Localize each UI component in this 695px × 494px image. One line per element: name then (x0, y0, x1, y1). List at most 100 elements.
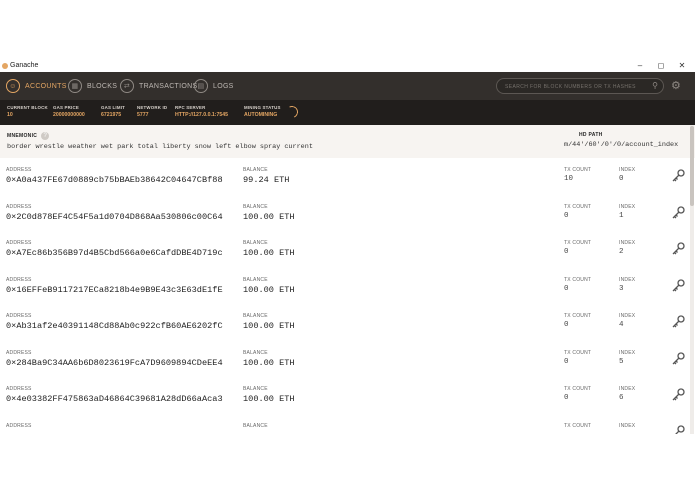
balance-header: BALANCE (243, 240, 268, 246)
minimize-button[interactable]: – (633, 60, 647, 72)
transactions-icon: ⇄ (120, 79, 134, 93)
search-input[interactable] (503, 81, 647, 93)
tab-logs[interactable]: ▤ LOGS (194, 72, 234, 100)
account-balance: 100.00 ETH (243, 284, 295, 295)
mnemonic-panel: MNEMONIC ? border wrestle weather wet pa… (0, 125, 695, 159)
gas-price-stat: GAS PRICE 20000000000 (53, 105, 85, 119)
tab-logs-label: LOGS (213, 82, 234, 90)
account-balance: 100.00 ETH (243, 321, 295, 331)
index-header: INDEX (619, 386, 636, 392)
index-header: INDEX (619, 240, 636, 246)
account-row[interactable]: ADDRESS BALANCE TX COUNT INDEX (0, 413, 695, 435)
key-icon[interactable] (670, 351, 686, 367)
tx-count-header: TX COUNT (564, 313, 592, 319)
mnemonic-label: MNEMONIC (7, 133, 38, 139)
maximize-button[interactable]: ◻ (654, 60, 668, 72)
tab-blocks-label: BLOCKS (87, 82, 118, 90)
title-bar: Ganache – ◻ ✕ (0, 60, 695, 72)
account-index: 5 (619, 357, 624, 366)
scrollbar-thumb[interactable] (690, 126, 694, 206)
address-header: ADDRESS (6, 240, 32, 246)
address-header: ADDRESS (6, 203, 32, 210)
account-row[interactable]: ADDRESS 0×A7Ec86b356B97d4B5Cbd566a0e6Caf… (0, 231, 695, 269)
gas-limit-stat: GAS LIMIT 6721975 (101, 105, 125, 119)
gas-price-value: 20000000000 (53, 112, 85, 118)
hd-path-label: HD PATH (579, 132, 603, 138)
account-address: 0×A7Ec86b356B97d4B5Cbd566a0e6CafdDBE4D71… (6, 248, 223, 258)
account-balance: 100.00 ETH (243, 357, 295, 368)
account-icon: ☺ (6, 79, 20, 93)
mnemonic-header: MNEMONIC ? (7, 132, 50, 140)
account-balance: 100.00 ETH (243, 248, 295, 258)
help-icon[interactable]: ? (41, 132, 50, 140)
index-header: INDEX (619, 349, 636, 356)
tx-count-header: TX COUNT (564, 203, 592, 210)
tab-accounts-label: ACCOUNTS (25, 82, 67, 90)
rpc-server-stat: RPC SERVER HTTP://127.0.0.1:7545 (175, 105, 228, 119)
ganache-window: Ganache – ◻ ✕ ☺ ACCOUNTS ▦ BLOCKS ⇄ TRAN… (0, 60, 695, 434)
account-index: 4 (619, 321, 624, 329)
status-bar: CURRENT BLOCK 10 GAS PRICE 20000000000 G… (0, 100, 695, 125)
logs-icon: ▤ (194, 79, 208, 93)
index-header: INDEX (619, 203, 636, 210)
close-button[interactable]: ✕ (675, 60, 689, 72)
key-icon[interactable] (670, 241, 686, 257)
key-icon[interactable] (670, 205, 686, 221)
balance-header: BALANCE (243, 349, 268, 356)
mnemonic-phrase: border wrestle weather wet park total li… (7, 143, 313, 151)
gas-limit-value: 6721975 (101, 112, 122, 118)
settings-gear-icon[interactable]: ⚙ (671, 79, 681, 93)
account-index: 0 (619, 175, 624, 183)
mining-spinner-icon (284, 104, 300, 120)
address-header: ADDRESS (6, 313, 32, 319)
account-address: 0×Ab31af2e40391148Cd88Ab0c922cfB60AE6202… (6, 321, 223, 331)
tx-count-header: TX COUNT (564, 167, 592, 173)
blocks-icon: ▦ (68, 79, 82, 93)
search-icon[interactable]: ⚲ (652, 81, 658, 90)
address-header: ADDRESS (6, 349, 32, 356)
account-address: 0×16EFFeB9117217ECa8218b4e9B9E43c3E63dE1… (6, 284, 223, 295)
account-row[interactable]: ADDRESS 0×284Ba9C34AA6b6D8023619FcA7D960… (0, 340, 695, 379)
balance-header: BALANCE (243, 422, 268, 429)
key-icon[interactable] (670, 424, 686, 435)
mining-status-stat: MINING STATUS AUTOMINING (244, 105, 281, 119)
tx-count-header: TX COUNT (564, 386, 592, 392)
key-icon[interactable] (670, 314, 686, 330)
address-header: ADDRESS (6, 422, 32, 429)
key-icon[interactable] (670, 278, 686, 294)
account-address: 0×4e03382FF475863aD46864C39681A28dD66aAc… (6, 394, 223, 404)
account-row[interactable]: ADDRESS 0×4e03382FF475863aD46864C39681A2… (0, 377, 695, 415)
balance-header: BALANCE (243, 276, 268, 283)
account-row[interactable]: ADDRESS 0×A0a437FE67d0889cb75bBAEb38642C… (0, 158, 695, 196)
account-tx-count: 0 (564, 321, 569, 329)
key-icon[interactable] (670, 387, 686, 403)
account-index: 2 (619, 248, 624, 256)
ganache-logo-icon (2, 63, 8, 69)
tx-count-header: TX COUNT (564, 276, 592, 283)
tab-accounts[interactable]: ☺ ACCOUNTS (6, 72, 67, 100)
window-title: Ganache (10, 62, 39, 69)
index-header: INDEX (619, 313, 636, 319)
account-balance: 100.00 ETH (243, 394, 295, 404)
index-header: INDEX (619, 422, 636, 429)
account-index: 3 (619, 284, 624, 293)
network-id-value: 5777 (137, 112, 149, 118)
balance-header: BALANCE (243, 313, 268, 319)
account-row[interactable]: ADDRESS 0×2C0d878EF4C54F5a1d0704D868Aa53… (0, 194, 695, 233)
tab-blocks[interactable]: ▦ BLOCKS (68, 72, 117, 100)
address-header: ADDRESS (6, 167, 32, 173)
account-balance: 100.00 ETH (243, 211, 295, 222)
account-index: 1 (619, 211, 624, 220)
account-address: 0×2C0d878EF4C54F5a1d0704D868Aa530806c00C… (6, 211, 223, 222)
account-address: 0×A0a437FE67d0889cb75bBAEb38642C04647CBf… (6, 175, 223, 185)
key-icon[interactable] (670, 168, 686, 184)
current-block-stat: CURRENT BLOCK 10 (7, 105, 48, 119)
tx-count-header: TX COUNT (564, 349, 592, 356)
tab-transactions[interactable]: ⇄ TRANSACTIONS (120, 72, 197, 100)
account-tx-count: 0 (564, 248, 569, 256)
account-row[interactable]: ADDRESS 0×Ab31af2e40391148Cd88Ab0c922cfB… (0, 304, 695, 342)
tx-count-header: TX COUNT (564, 240, 592, 246)
rpc-server-value: HTTP://127.0.0.1:7545 (175, 112, 229, 118)
account-row[interactable]: ADDRESS 0×16EFFeB9117217ECa8218b4e9B9E43… (0, 267, 695, 306)
tx-count-header: TX COUNT (564, 422, 592, 429)
